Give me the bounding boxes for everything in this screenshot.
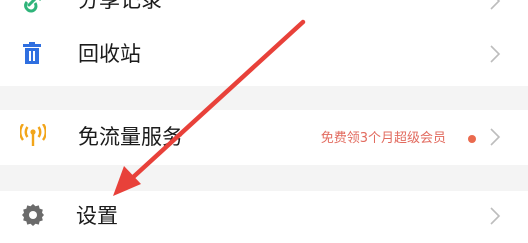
menu-item-label: 免流量服务: [78, 125, 183, 149]
gear-icon: [22, 204, 44, 226]
signal-tower-icon: [20, 124, 46, 146]
chevron-right-icon: [490, 207, 501, 225]
share-link-icon: [24, 0, 41, 13]
menu-item-settings[interactable]: 设置: [0, 191, 528, 243]
menu-item-share-records[interactable]: 分享记录: [0, 0, 528, 20]
notification-dot: [468, 135, 476, 143]
menu-item-recycle-bin[interactable]: 回收站: [0, 20, 528, 86]
chevron-right-icon: [490, 0, 501, 10]
chevron-right-icon: [490, 45, 501, 63]
menu-item-label: 回收站: [78, 42, 141, 66]
menu-item-label: 设置: [76, 204, 118, 228]
promo-text[interactable]: 免费领3个月超级会员: [321, 132, 446, 145]
section-divider: [0, 165, 528, 191]
menu-item-label: 分享记录: [78, 0, 162, 12]
menu-item-data-free-service[interactable]: 免流量服务 免费领3个月超级会员: [0, 110, 528, 165]
chevron-right-icon: [490, 128, 501, 146]
section-divider: [0, 86, 528, 110]
trash-icon: [23, 42, 41, 64]
